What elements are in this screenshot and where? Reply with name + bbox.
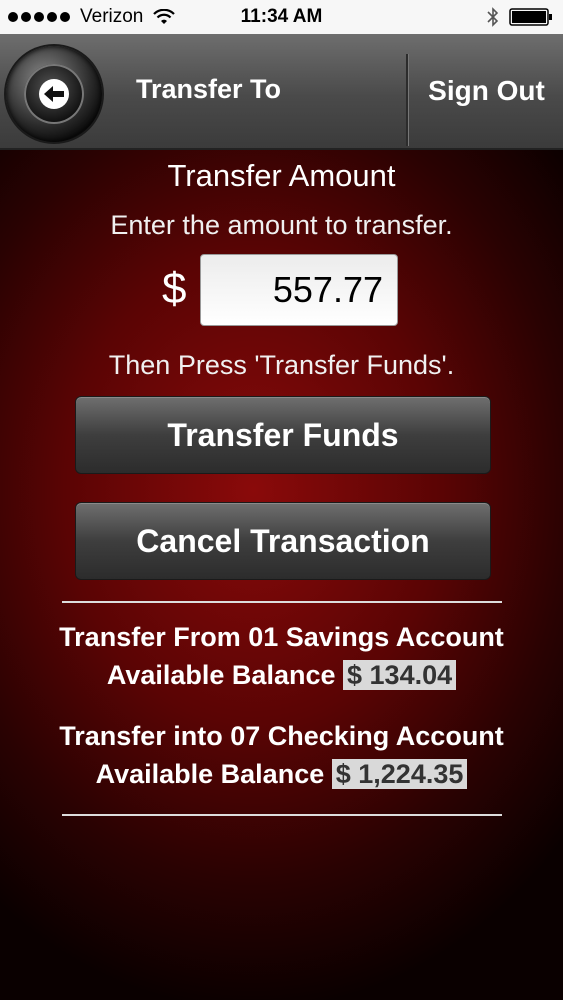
divider [62, 601, 502, 603]
from-balance-row: Available Balance $ 134.04 [0, 660, 563, 691]
bluetooth-icon [487, 7, 499, 27]
into-balance-value: $ 1,224.35 [331, 759, 468, 789]
nav-title: Transfer To [136, 74, 282, 104]
into-account-title: Transfer into 07 Checking Account [59, 721, 504, 751]
into-balance-row: Available Balance $ 1,224.35 [0, 759, 563, 790]
back-arrow-icon [39, 79, 69, 109]
battery-icon [509, 8, 552, 26]
amount-instruction: Enter the amount to transfer. [110, 210, 453, 240]
status-right [487, 7, 553, 27]
nav-bar: Transfer To Sign Out [0, 34, 563, 150]
cancel-transaction-button[interactable]: Cancel Transaction [75, 502, 491, 580]
nav-divider [406, 54, 409, 146]
from-account-title: Transfer From 01 Savings Account [59, 622, 504, 652]
status-time: 11:34 AM [240, 6, 323, 27]
back-button-inner [24, 64, 84, 124]
amount-input[interactable] [200, 254, 398, 326]
transfer-form: Transfer Amount Enter the amount to tran… [0, 150, 563, 1000]
divider [62, 814, 502, 816]
from-balance-value: $ 134.04 [343, 660, 457, 690]
status-bar: Verizon 11:34 AM [0, 0, 563, 34]
currency-symbol: $ [162, 264, 187, 313]
press-instruction: Then Press 'Transfer Funds'. [108, 350, 455, 380]
into-balance-label: Available Balance [95, 759, 325, 789]
from-balance-label: Available Balance [106, 660, 336, 690]
sign-out-button[interactable]: Sign Out [410, 34, 563, 148]
back-button[interactable] [6, 46, 102, 142]
transfer-funds-button[interactable]: Transfer Funds [75, 396, 491, 474]
page-heading: Transfer Amount [167, 158, 396, 193]
